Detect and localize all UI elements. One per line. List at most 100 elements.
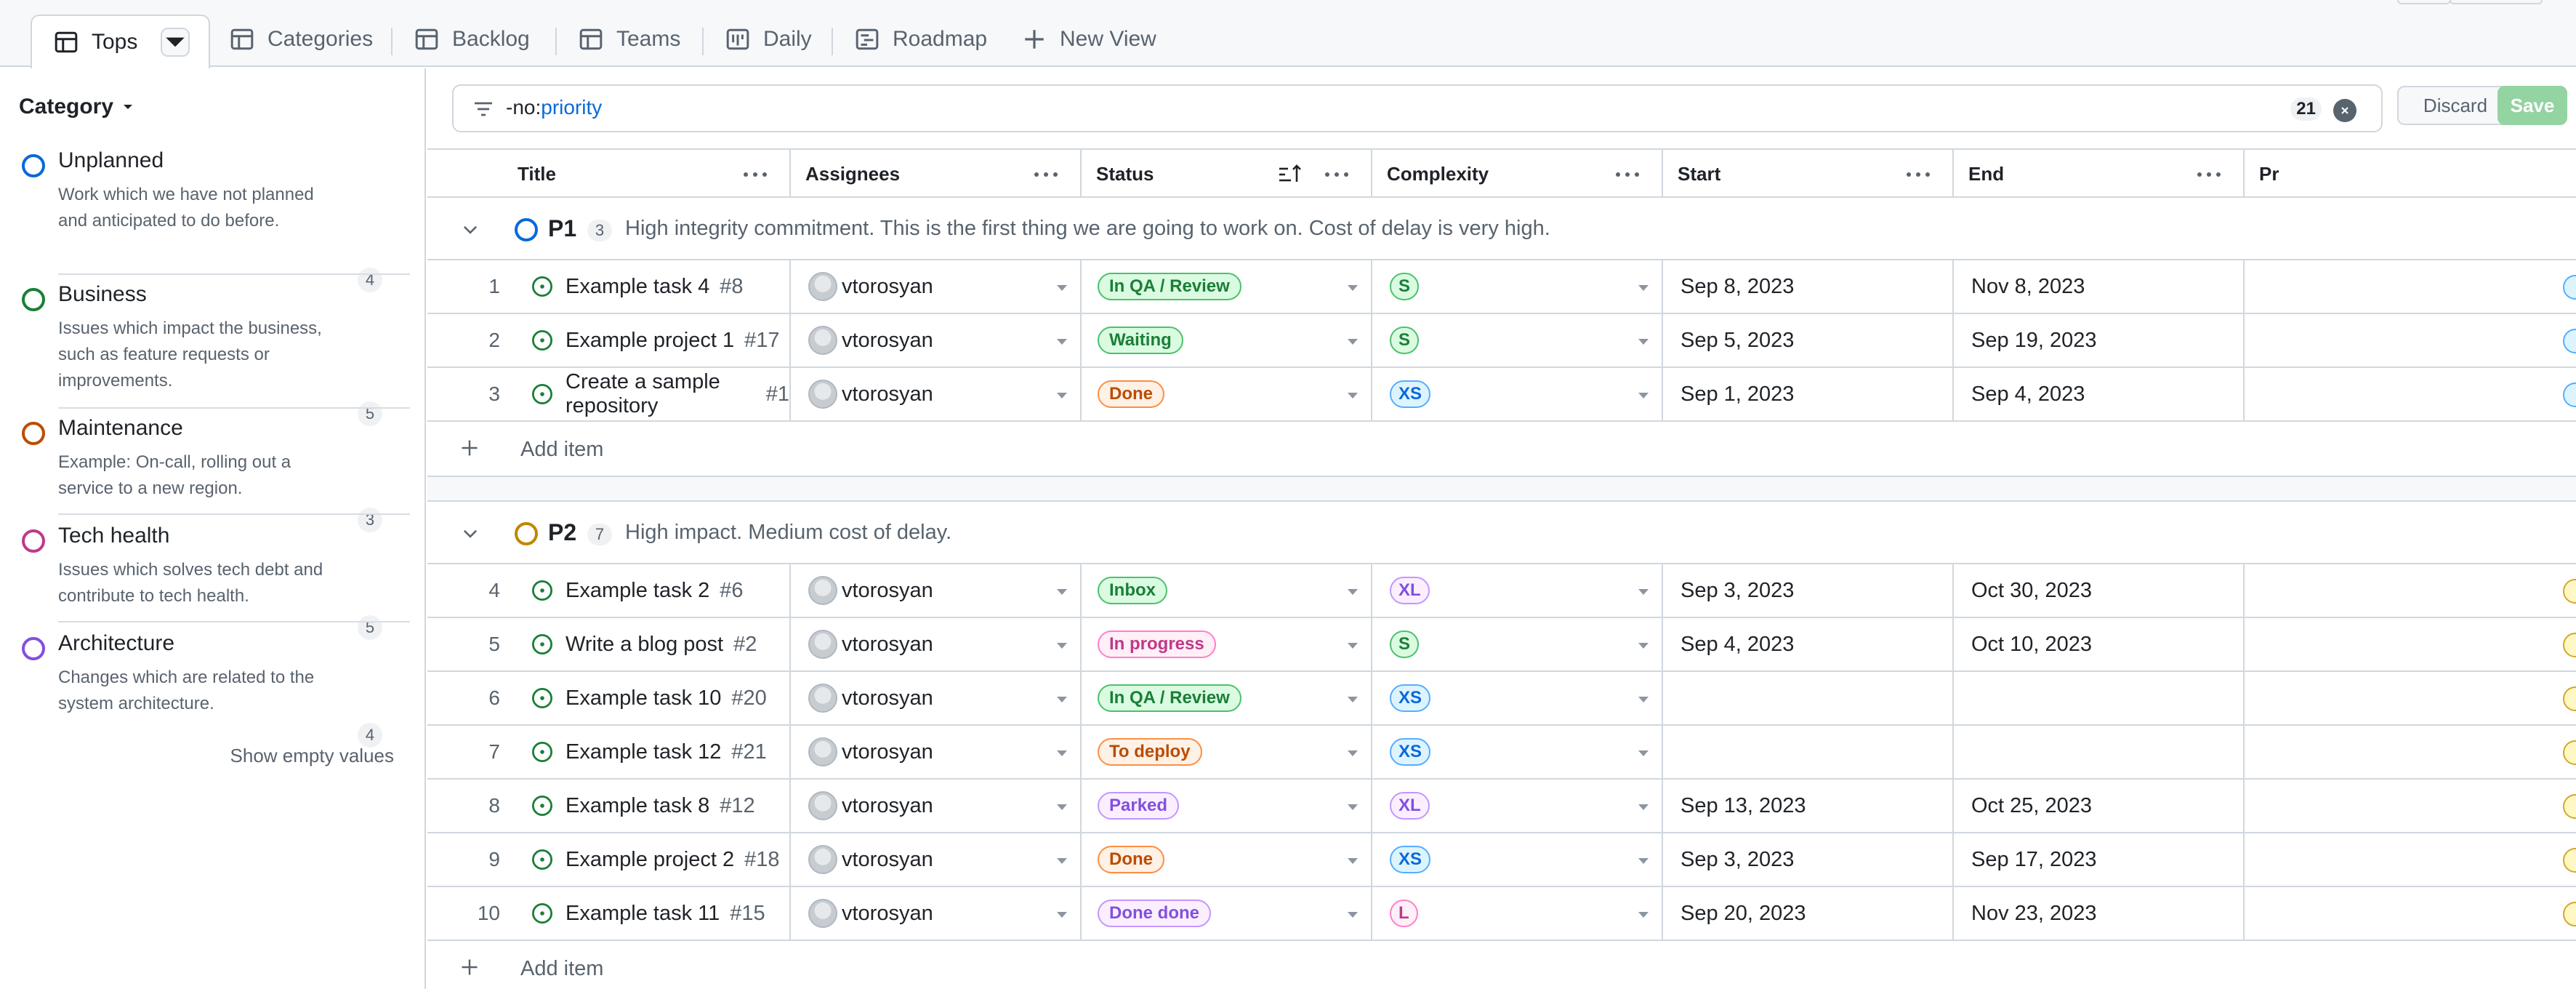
caret-down-icon[interactable] — [1348, 589, 1358, 595]
view-tab-tops[interactable]: Tops — [31, 15, 211, 68]
chevron-down-icon[interactable] — [461, 524, 480, 548]
complexity-cell[interactable]: XL — [1372, 564, 1663, 617]
title-cell[interactable]: Example task 4 #8 — [427, 260, 791, 313]
chevron-down-icon[interactable] — [461, 220, 480, 244]
status-cell[interactable]: In QA / Review — [1082, 260, 1372, 313]
complexity-cell[interactable]: L — [1372, 887, 1663, 940]
complexity-cell[interactable]: XS — [1372, 833, 1663, 886]
caret-down-icon[interactable] — [1638, 804, 1649, 810]
start-date-cell[interactable]: Sep 5, 2023 — [1663, 314, 1954, 367]
issue-number[interactable]: #8 — [720, 275, 743, 299]
caret-down-icon[interactable] — [1057, 589, 1067, 595]
issue-number[interactable]: #12 — [720, 794, 754, 818]
caret-down-icon[interactable] — [1057, 339, 1067, 345]
table-row[interactable]: 7 Example task 12 #21 vtorosyan To deploy XS — [427, 726, 2576, 780]
title-cell[interactable]: Example project 2 #18 — [427, 833, 791, 886]
issue-title[interactable]: Create a sample repository — [565, 370, 756, 418]
column-header-complexity[interactable]: Complexity — [1372, 150, 1663, 198]
issue-number[interactable]: #17 — [744, 329, 779, 353]
caret-down-icon[interactable] — [1638, 339, 1649, 345]
end-date-cell[interactable]: Nov 23, 2023 — [1954, 887, 2245, 940]
issue-number[interactable]: #20 — [731, 686, 766, 710]
assignees-cell[interactable]: vtorosyan — [791, 564, 1082, 617]
issue-number[interactable]: #6 — [720, 579, 743, 603]
status-cell[interactable]: Done — [1082, 368, 1372, 420]
assignees-cell[interactable]: vtorosyan — [791, 260, 1082, 313]
caret-down-icon[interactable] — [1057, 393, 1067, 399]
new-view-button[interactable]: New View — [1022, 12, 1156, 67]
view-tab-backlog[interactable]: Backlog — [414, 12, 530, 67]
title-cell[interactable]: Example project 1 #17 — [427, 314, 791, 367]
view-tab-daily[interactable]: Daily — [725, 12, 812, 67]
complexity-cell[interactable]: S — [1372, 618, 1663, 670]
category-dropdown[interactable]: Category — [19, 95, 134, 119]
assignees-cell[interactable]: vtorosyan — [791, 314, 1082, 367]
add-item-label[interactable]: Add item — [520, 438, 603, 462]
complexity-cell[interactable]: XL — [1372, 780, 1663, 832]
end-date-cell[interactable]: Sep 17, 2023 — [1954, 833, 2245, 886]
start-date-cell[interactable]: Sep 4, 2023 — [1663, 618, 1954, 670]
title-cell[interactable]: Example task 8 #12 — [427, 780, 791, 832]
category-item-architecture[interactable]: Architecture Changes which are related t… — [20, 631, 410, 748]
complexity-cell[interactable]: S — [1372, 260, 1663, 313]
status-cell[interactable]: Done done — [1082, 887, 1372, 940]
complexity-cell[interactable]: XS — [1372, 672, 1663, 724]
end-date-cell[interactable]: Oct 30, 2023 — [1954, 564, 2245, 617]
title-cell[interactable]: Example task 11 #15 — [427, 887, 791, 940]
top-toolbar-button[interactable] — [2450, 0, 2543, 4]
more-icon[interactable] — [1906, 172, 1931, 177]
assignees-cell[interactable]: vtorosyan — [791, 780, 1082, 832]
status-cell[interactable]: Inbox — [1082, 564, 1372, 617]
title-cell[interactable]: Example task 2 #6 — [427, 564, 791, 617]
start-date-cell[interactable]: Sep 20, 2023 — [1663, 887, 1954, 940]
add-item-row[interactable]: Add item — [427, 422, 2576, 477]
status-cell[interactable]: Waiting — [1082, 314, 1372, 367]
column-header-status[interactable]: Status — [1082, 150, 1372, 199]
table-row[interactable]: 10 Example task 11 #15 vtorosyan Done done L S… — [427, 887, 2576, 941]
caret-down-icon[interactable] — [1057, 858, 1067, 864]
issue-number[interactable]: #15 — [730, 902, 765, 926]
start-date-cell[interactable]: Sep 3, 2023 — [1663, 833, 1954, 886]
assignees-cell[interactable]: vtorosyan — [791, 368, 1082, 420]
caret-down-icon[interactable] — [1348, 804, 1358, 810]
end-date-cell[interactable]: Oct 10, 2023 — [1954, 618, 2245, 670]
caret-down-icon[interactable] — [1348, 339, 1358, 345]
table-row[interactable]: 5 Write a blog post #2 vtorosyan In progress… — [427, 618, 2576, 672]
end-date-cell[interactable]: Oct 25, 2023 — [1954, 780, 2245, 832]
view-options-button[interactable] — [161, 28, 190, 57]
caret-down-icon[interactable] — [1638, 393, 1649, 399]
start-date-cell[interactable]: Sep 8, 2023 — [1663, 260, 1954, 313]
caret-down-icon[interactable] — [1638, 697, 1649, 702]
table-row[interactable]: 6 Example task 10 #20 vtorosyan In QA / Revi… — [427, 672, 2576, 726]
start-date-cell[interactable] — [1663, 672, 1954, 724]
issue-title[interactable]: Example task 4 — [565, 275, 709, 299]
top-toolbar-button[interactable] — [2397, 0, 2451, 4]
category-item-maintenance[interactable]: Maintenance Example: On-call, rolling ou… — [20, 416, 410, 532]
status-cell[interactable]: To deploy — [1082, 726, 1372, 778]
title-cell[interactable]: Example task 10 #20 — [427, 672, 791, 724]
start-date-cell[interactable]: Sep 1, 2023 — [1663, 368, 1954, 420]
issue-number[interactable]: #18 — [744, 848, 779, 872]
title-cell[interactable]: Write a blog post #2 — [427, 618, 791, 670]
plus-icon[interactable] — [459, 957, 480, 983]
caret-down-icon[interactable] — [1348, 750, 1358, 756]
complexity-cell[interactable]: XS — [1372, 368, 1663, 420]
caret-down-icon[interactable] — [1348, 858, 1358, 864]
table-row[interactable]: 3 Create a sample repository #1 vtorosyan Do… — [427, 368, 2576, 422]
assignees-cell[interactable]: vtorosyan — [791, 833, 1082, 886]
title-cell[interactable]: Create a sample repository #1 — [427, 368, 791, 420]
caret-down-icon[interactable] — [1348, 285, 1358, 291]
issue-title[interactable]: Write a blog post — [565, 633, 723, 657]
assignees-cell[interactable]: vtorosyan — [791, 618, 1082, 670]
view-tab-teams[interactable]: Teams — [579, 12, 680, 67]
column-header-title[interactable]: Title — [518, 150, 791, 198]
status-cell[interactable]: In progress — [1082, 618, 1372, 670]
start-date-cell[interactable]: Sep 3, 2023 — [1663, 564, 1954, 617]
caret-down-icon[interactable] — [1348, 697, 1358, 702]
table-row[interactable]: 1 Example task 4 #8 vtorosyan In QA / Review… — [427, 260, 2576, 314]
clear-filter-button[interactable] — [2333, 99, 2356, 122]
table-row[interactable]: 4 Example task 2 #6 vtorosyan Inbox XL Sep 3, … — [427, 564, 2576, 618]
caret-down-icon[interactable] — [1638, 589, 1649, 595]
issue-number[interactable]: #1 — [766, 383, 789, 407]
more-icon[interactable] — [743, 172, 768, 177]
